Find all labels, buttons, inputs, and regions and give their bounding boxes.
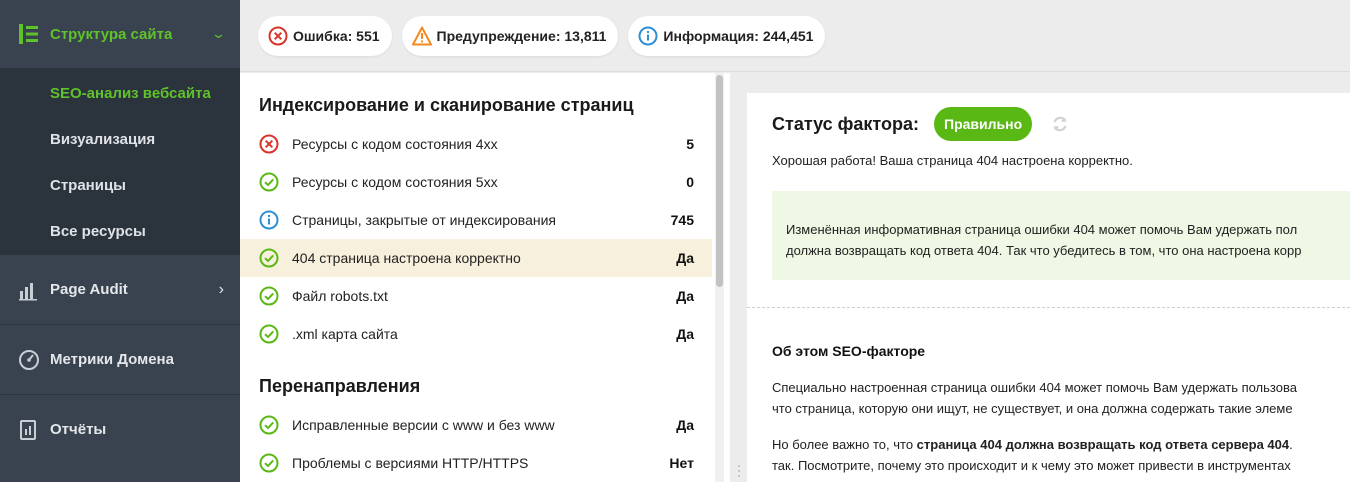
- seo-factor-list: Индексирование и сканирование страниц Ре…: [240, 73, 730, 482]
- site-structure-icon: [19, 24, 38, 44]
- factor-label: Страницы, закрытые от индексирования: [292, 212, 556, 228]
- about-paragraph-2: Но более важно то, что страница 404 долж…: [772, 434, 1293, 476]
- sidebar-item-visualization[interactable]: Визуализация: [0, 116, 240, 162]
- factor-value: 5: [686, 136, 694, 152]
- factor-status-title: Статус фактора:: [772, 113, 920, 134]
- sidebar-item-label: Отчёты: [50, 421, 107, 438]
- factor-row-sitemap[interactable]: .xml карта сайта Да: [240, 315, 712, 353]
- factor-value: 745: [670, 212, 694, 228]
- warning-count-filter[interactable]: Предупреждение: 13,811: [401, 15, 619, 56]
- warning-icon: [411, 26, 432, 45]
- error-icon: [259, 134, 279, 154]
- section-divider: [747, 307, 1350, 308]
- about-paragraph-1: Специально настроенная страница ошибки 4…: [772, 377, 1297, 419]
- check-circle-icon: [259, 453, 279, 473]
- about-text-line: Но более важно то, что страница 404 долж…: [772, 434, 1293, 455]
- factor-row-www[interactable]: Исправленные версии с www и без www Да: [240, 406, 712, 444]
- sidebar-item-label: Метрики Домена: [50, 351, 174, 368]
- factor-value: Да: [676, 288, 694, 304]
- factor-detail-panel: Статус фактора: Правильно Хорошая работа…: [747, 93, 1350, 482]
- sidebar-item-reports[interactable]: Отчёты: [0, 394, 240, 464]
- factor-value: 0: [686, 174, 694, 190]
- error-icon: [268, 26, 288, 45]
- sidebar-item-label: Page Audit: [50, 281, 128, 298]
- factor-value: Нет: [669, 455, 694, 471]
- factor-label: Ресурсы с кодом состояния 4xx: [292, 136, 498, 152]
- error-count-label: Ошибка: 551: [293, 27, 380, 44]
- sidebar-item-domain-metrics[interactable]: Метрики Домена: [0, 324, 240, 394]
- about-factor-title: Об этом SEO-факторе: [772, 343, 926, 359]
- info-icon: [638, 26, 658, 45]
- tip-box: Изменённая информативная страница ошибки…: [772, 191, 1350, 280]
- tip-text-line: Изменённая информативная страница ошибки…: [786, 222, 1298, 237]
- sidebar-item-page-audit[interactable]: Page Audit ›: [0, 254, 240, 324]
- about-text-emphasis: страница 404 должна возвращать код ответ…: [916, 437, 1290, 452]
- factor-label: Ресурсы с кодом состояния 5xx: [292, 174, 498, 190]
- issues-summary-bar: Ошибка: 551 Предупреждение: 13,811 Инфор…: [240, 0, 1350, 72]
- factor-row-robots[interactable]: Файл robots.txt Да: [240, 277, 712, 315]
- sidebar-item-seo-analysis[interactable]: SEO-анализ вебсайта: [0, 70, 240, 116]
- factor-row-404-page[interactable]: 404 страница настроена корректно Да: [240, 239, 712, 277]
- sidebar-item-all-resources[interactable]: Все ресурсы: [0, 208, 240, 254]
- gauge-icon: [19, 349, 39, 370]
- status-badge: Правильно: [934, 107, 1033, 141]
- factor-row-4xx[interactable]: Ресурсы с кодом состояния 4xx 5: [240, 125, 712, 163]
- sidebar-item-pages[interactable]: Страницы: [0, 162, 240, 208]
- factor-label: .xml карта сайта: [292, 326, 398, 342]
- group-title-indexing: Индексирование и сканирование страниц: [259, 94, 634, 115]
- tip-text-line: должна возвращать код ответа 404. Так чт…: [786, 243, 1302, 258]
- factor-status-row: Статус фактора: Правильно: [772, 107, 1070, 141]
- factor-value: Да: [676, 250, 694, 266]
- about-text-prefix: Но более важно то, что: [772, 437, 917, 452]
- pane-splitter-grip[interactable]: [736, 460, 742, 482]
- group-title-redirects: Перенаправления: [259, 375, 421, 396]
- factor-label: Исправленные версии с www и без www: [292, 417, 555, 433]
- factor-value: Да: [676, 417, 694, 433]
- factor-label: Файл robots.txt: [292, 288, 388, 304]
- factor-label: Проблемы с версиями HTTP/HTTPS: [292, 455, 529, 471]
- sidebar-section-label: Структура сайта: [50, 25, 173, 43]
- about-text-line: так. Посмотрите, почему это происходит и…: [772, 458, 1291, 473]
- check-circle-icon: [259, 248, 279, 268]
- sidebar-submenu: SEO-анализ вебсайта Визуализация Страниц…: [0, 68, 240, 254]
- list-scrollbar-thumb[interactable]: [716, 75, 723, 287]
- error-count-filter[interactable]: Ошибка: 551: [258, 15, 392, 56]
- reports-icon: [20, 419, 36, 440]
- factor-row-5xx[interactable]: Ресурсы с кодом состояния 5xx 0: [240, 163, 712, 201]
- check-circle-icon: [259, 172, 279, 192]
- check-circle-icon: [259, 324, 279, 344]
- about-text-line: Специально настроенная страница ошибки 4…: [772, 380, 1297, 395]
- factor-row-http-https[interactable]: Проблемы с версиями HTTP/HTTPS Нет: [240, 444, 712, 482]
- factor-value: Да: [676, 326, 694, 342]
- status-message: Хорошая работа! Ваша страница 404 настро…: [772, 153, 1133, 168]
- about-text-suffix: .: [1289, 437, 1293, 452]
- info-icon: [259, 210, 279, 230]
- check-circle-icon: [259, 415, 279, 435]
- warning-count-label: Предупреждение: 13,811: [436, 27, 607, 44]
- factor-label: 404 страница настроена корректно: [292, 250, 521, 266]
- page-audit-icon: [19, 282, 37, 300]
- info-count-label: Информация: 244,451: [663, 27, 814, 44]
- chevron-right-icon: ›: [218, 280, 224, 298]
- sidebar-section-site-structure[interactable]: Структура сайта ⌄: [0, 0, 240, 68]
- factor-row-noindex[interactable]: Страницы, закрытые от индексирования 745: [240, 201, 712, 239]
- sidebar: Структура сайта ⌄ SEO-анализ вебсайта Ви…: [0, 0, 240, 482]
- info-count-filter[interactable]: Информация: 244,451: [628, 15, 826, 56]
- check-circle-icon: [259, 286, 279, 306]
- about-text-line: что страница, которую они ищут, не сущес…: [772, 401, 1293, 416]
- refresh-icon[interactable]: [1050, 114, 1070, 134]
- chevron-down-icon: ⌄: [210, 26, 227, 41]
